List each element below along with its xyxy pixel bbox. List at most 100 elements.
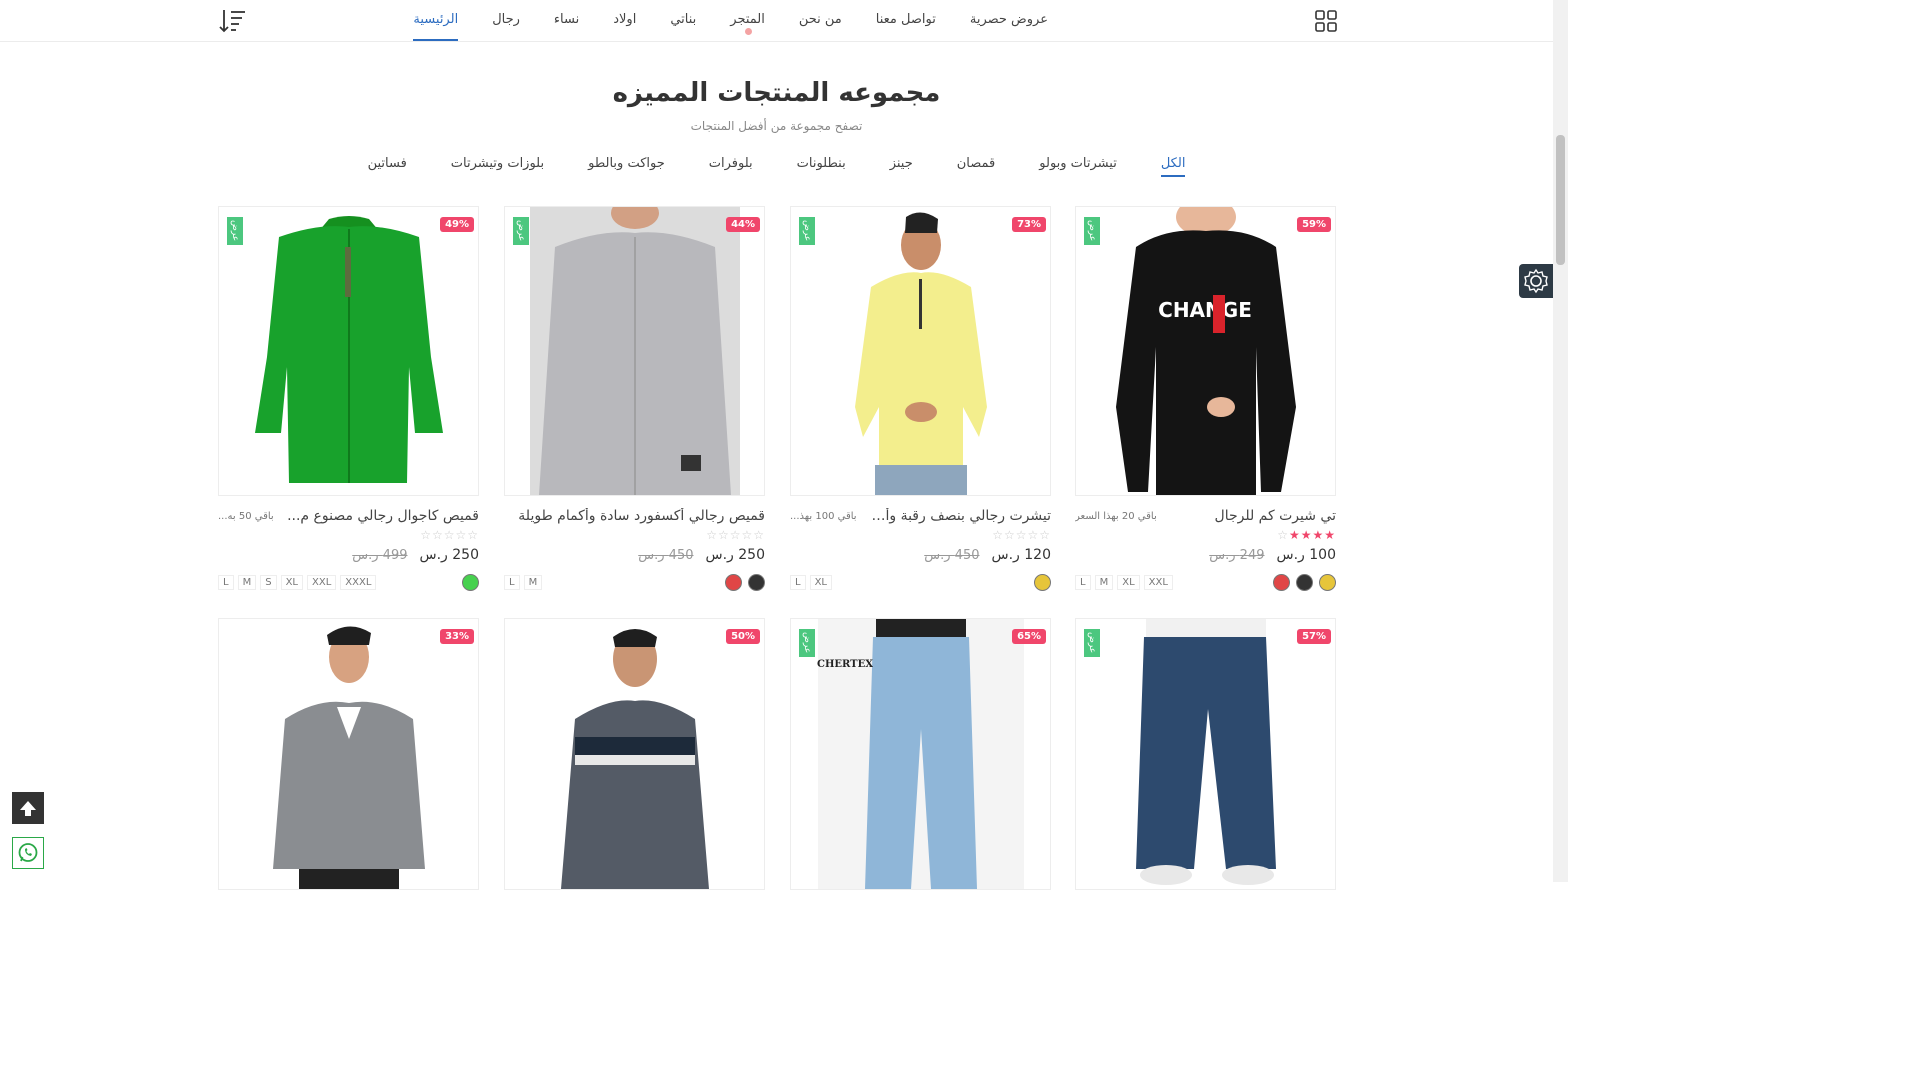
product-image[interactable]: 57% عرض — [1075, 618, 1336, 890]
offer-ribbon: عرض — [1084, 217, 1100, 245]
size-option[interactable]: L — [504, 574, 520, 590]
arrow-up-icon — [20, 801, 36, 816]
product-image[interactable]: CHANGE 59% عرض — [1075, 206, 1336, 496]
nav-item-store-label: المتجر — [730, 12, 765, 27]
product-card[interactable]: CHERTEX 65% عرض — [790, 618, 1051, 890]
size-option[interactable]: M — [1094, 574, 1114, 590]
size-option[interactable]: S — [260, 574, 277, 590]
product-title[interactable]: تيشرت رجالي بنصف رقبة وأك... — [863, 508, 1051, 524]
tab-pullovers[interactable]: بلوفرات — [709, 156, 753, 177]
top-navigation-bar: الرئيسية رجال نساء اولاد بناتي المتجر من… — [0, 0, 1553, 42]
size-option[interactable]: M — [523, 574, 543, 590]
color-options — [1273, 573, 1336, 591]
tab-tshirts-polo[interactable]: تيشرتات وبولو — [1039, 156, 1117, 177]
nav-item-home[interactable]: الرئيسية — [396, 0, 475, 41]
color-swatch[interactable] — [1319, 573, 1336, 591]
nav-item-women[interactable]: نساء — [537, 0, 596, 41]
product-title[interactable]: قميص رجالي أكسفورد سادة وأكمام طويلة — [518, 508, 765, 524]
product-card[interactable]: 44% عرض قميص رجالي أكسفورد سادة وأكمام ط… — [504, 206, 765, 592]
tab-all[interactable]: الكل — [1160, 156, 1185, 177]
size-option[interactable]: L — [218, 574, 234, 590]
grey-shirt-image — [505, 207, 764, 495]
notification-dot — [744, 28, 752, 35]
size-option[interactable]: XXXL — [340, 574, 377, 590]
dark-jeans-image — [1076, 619, 1335, 889]
size-option[interactable]: M — [237, 574, 257, 590]
nav-item-contact[interactable]: تواصل معنا — [859, 0, 953, 41]
product-card[interactable]: CHANGE 59% عرض تي شيرت كم للرجال باقي 20… — [1075, 206, 1336, 592]
page-scrollbar[interactable] — [1553, 0, 1568, 882]
category-tabs: الكل تيشرتات وبولو قمصان جينز بنطلونات ب… — [0, 156, 1553, 177]
color-swatch[interactable] — [1296, 573, 1313, 591]
main-nav: الرئيسية رجال نساء اولاد بناتي المتجر من… — [396, 0, 1065, 41]
discount-badge: 57% — [1297, 629, 1331, 644]
discount-badge: 50% — [726, 629, 760, 644]
sort-icon[interactable] — [218, 8, 246, 34]
yellow-shirt-image — [791, 207, 1050, 495]
size-option[interactable]: XL — [280, 574, 303, 590]
offer-ribbon: عرض — [799, 629, 815, 657]
grid-icon[interactable] — [1314, 9, 1338, 33]
size-option[interactable]: XL — [809, 574, 832, 590]
striped-sweater-image — [505, 619, 764, 889]
tab-dresses[interactable]: فساتين — [368, 156, 407, 177]
color-swatch[interactable] — [1034, 573, 1051, 591]
color-swatch[interactable] — [748, 573, 765, 591]
old-price: 450 ر.س — [638, 547, 694, 563]
tab-jackets-coats[interactable]: جواكت وبالطو — [588, 156, 665, 177]
size-options: L M — [504, 574, 543, 590]
color-swatch[interactable] — [725, 573, 742, 591]
size-option[interactable]: XL — [1117, 574, 1140, 590]
discount-badge: 33% — [440, 629, 474, 644]
product-card[interactable]: 50% — [504, 618, 765, 890]
whatsapp-button[interactable] — [12, 837, 44, 869]
price: 100 ر.س — [1276, 547, 1337, 563]
gear-icon — [1524, 268, 1548, 294]
product-image[interactable]: 73% عرض — [790, 206, 1051, 496]
nav-item-men[interactable]: رجال — [475, 0, 537, 41]
product-image[interactable]: 49% عرض — [218, 206, 479, 496]
product-title[interactable]: قميص كاجوال رجالي مصنوع م... — [287, 508, 479, 524]
offer-ribbon: عرض — [227, 217, 243, 245]
product-card[interactable]: 33% — [218, 618, 479, 890]
settings-button[interactable] — [1519, 264, 1553, 298]
size-option[interactable]: L — [1075, 574, 1091, 590]
size-option[interactable]: L — [790, 574, 806, 590]
tab-jeans[interactable]: جينز — [890, 156, 913, 177]
product-card[interactable]: 57% عرض — [1075, 618, 1336, 890]
nav-item-boys[interactable]: اولاد — [596, 0, 653, 41]
back-to-top-button[interactable] — [12, 792, 44, 824]
product-title[interactable]: تي شيرت كم للرجال — [1215, 508, 1336, 524]
price: 120 ر.س — [991, 547, 1052, 563]
rating-stars: ★★★★☆ — [1277, 528, 1336, 542]
product-image[interactable]: CHERTEX 65% عرض — [790, 618, 1051, 890]
product-image[interactable]: 50% — [504, 618, 765, 890]
discount-badge: 65% — [1012, 629, 1046, 644]
tab-shirts[interactable]: قمصان — [957, 156, 996, 177]
stock-left: باقي 20 بهذا السعر — [1075, 510, 1157, 522]
nav-item-about[interactable]: من نحن — [782, 0, 859, 41]
offer-ribbon: عرض — [799, 217, 815, 245]
product-card[interactable]: 49% عرض قميص كاجوال رجالي مصنوع م... باق… — [218, 206, 479, 592]
offer-ribbon: عرض — [513, 217, 529, 245]
product-image[interactable]: 44% عرض — [504, 206, 765, 496]
product-card[interactable]: 73% عرض تيشرت رجالي بنصف رقبة وأك... باق… — [790, 206, 1051, 592]
tab-pants[interactable]: بنطلونات — [797, 156, 846, 177]
grey-sweater-image — [219, 619, 478, 889]
color-options — [725, 573, 765, 591]
color-swatch[interactable] — [1273, 573, 1290, 591]
nav-item-girls[interactable]: بناتي — [653, 0, 713, 41]
size-options: L M S XL XXL XXXL — [218, 574, 377, 590]
discount-badge: 49% — [440, 217, 474, 232]
scrollbar-thumb[interactable] — [1556, 135, 1565, 265]
color-swatch[interactable] — [462, 573, 479, 591]
nav-item-offers[interactable]: عروض حصرية — [953, 0, 1065, 41]
section-title: مجموعه المنتجات المميزه — [612, 78, 941, 108]
size-option[interactable]: XXL — [1143, 574, 1173, 590]
price: 250 ر.س — [419, 547, 480, 563]
size-option[interactable]: XXL — [307, 574, 337, 590]
rating-stars: ☆☆☆☆☆ — [706, 528, 765, 542]
nav-item-store[interactable]: المتجر — [713, 0, 782, 41]
product-image[interactable]: 33% — [218, 618, 479, 890]
tab-blouses-tshirts[interactable]: بلوزات وتيشرتات — [451, 156, 544, 177]
